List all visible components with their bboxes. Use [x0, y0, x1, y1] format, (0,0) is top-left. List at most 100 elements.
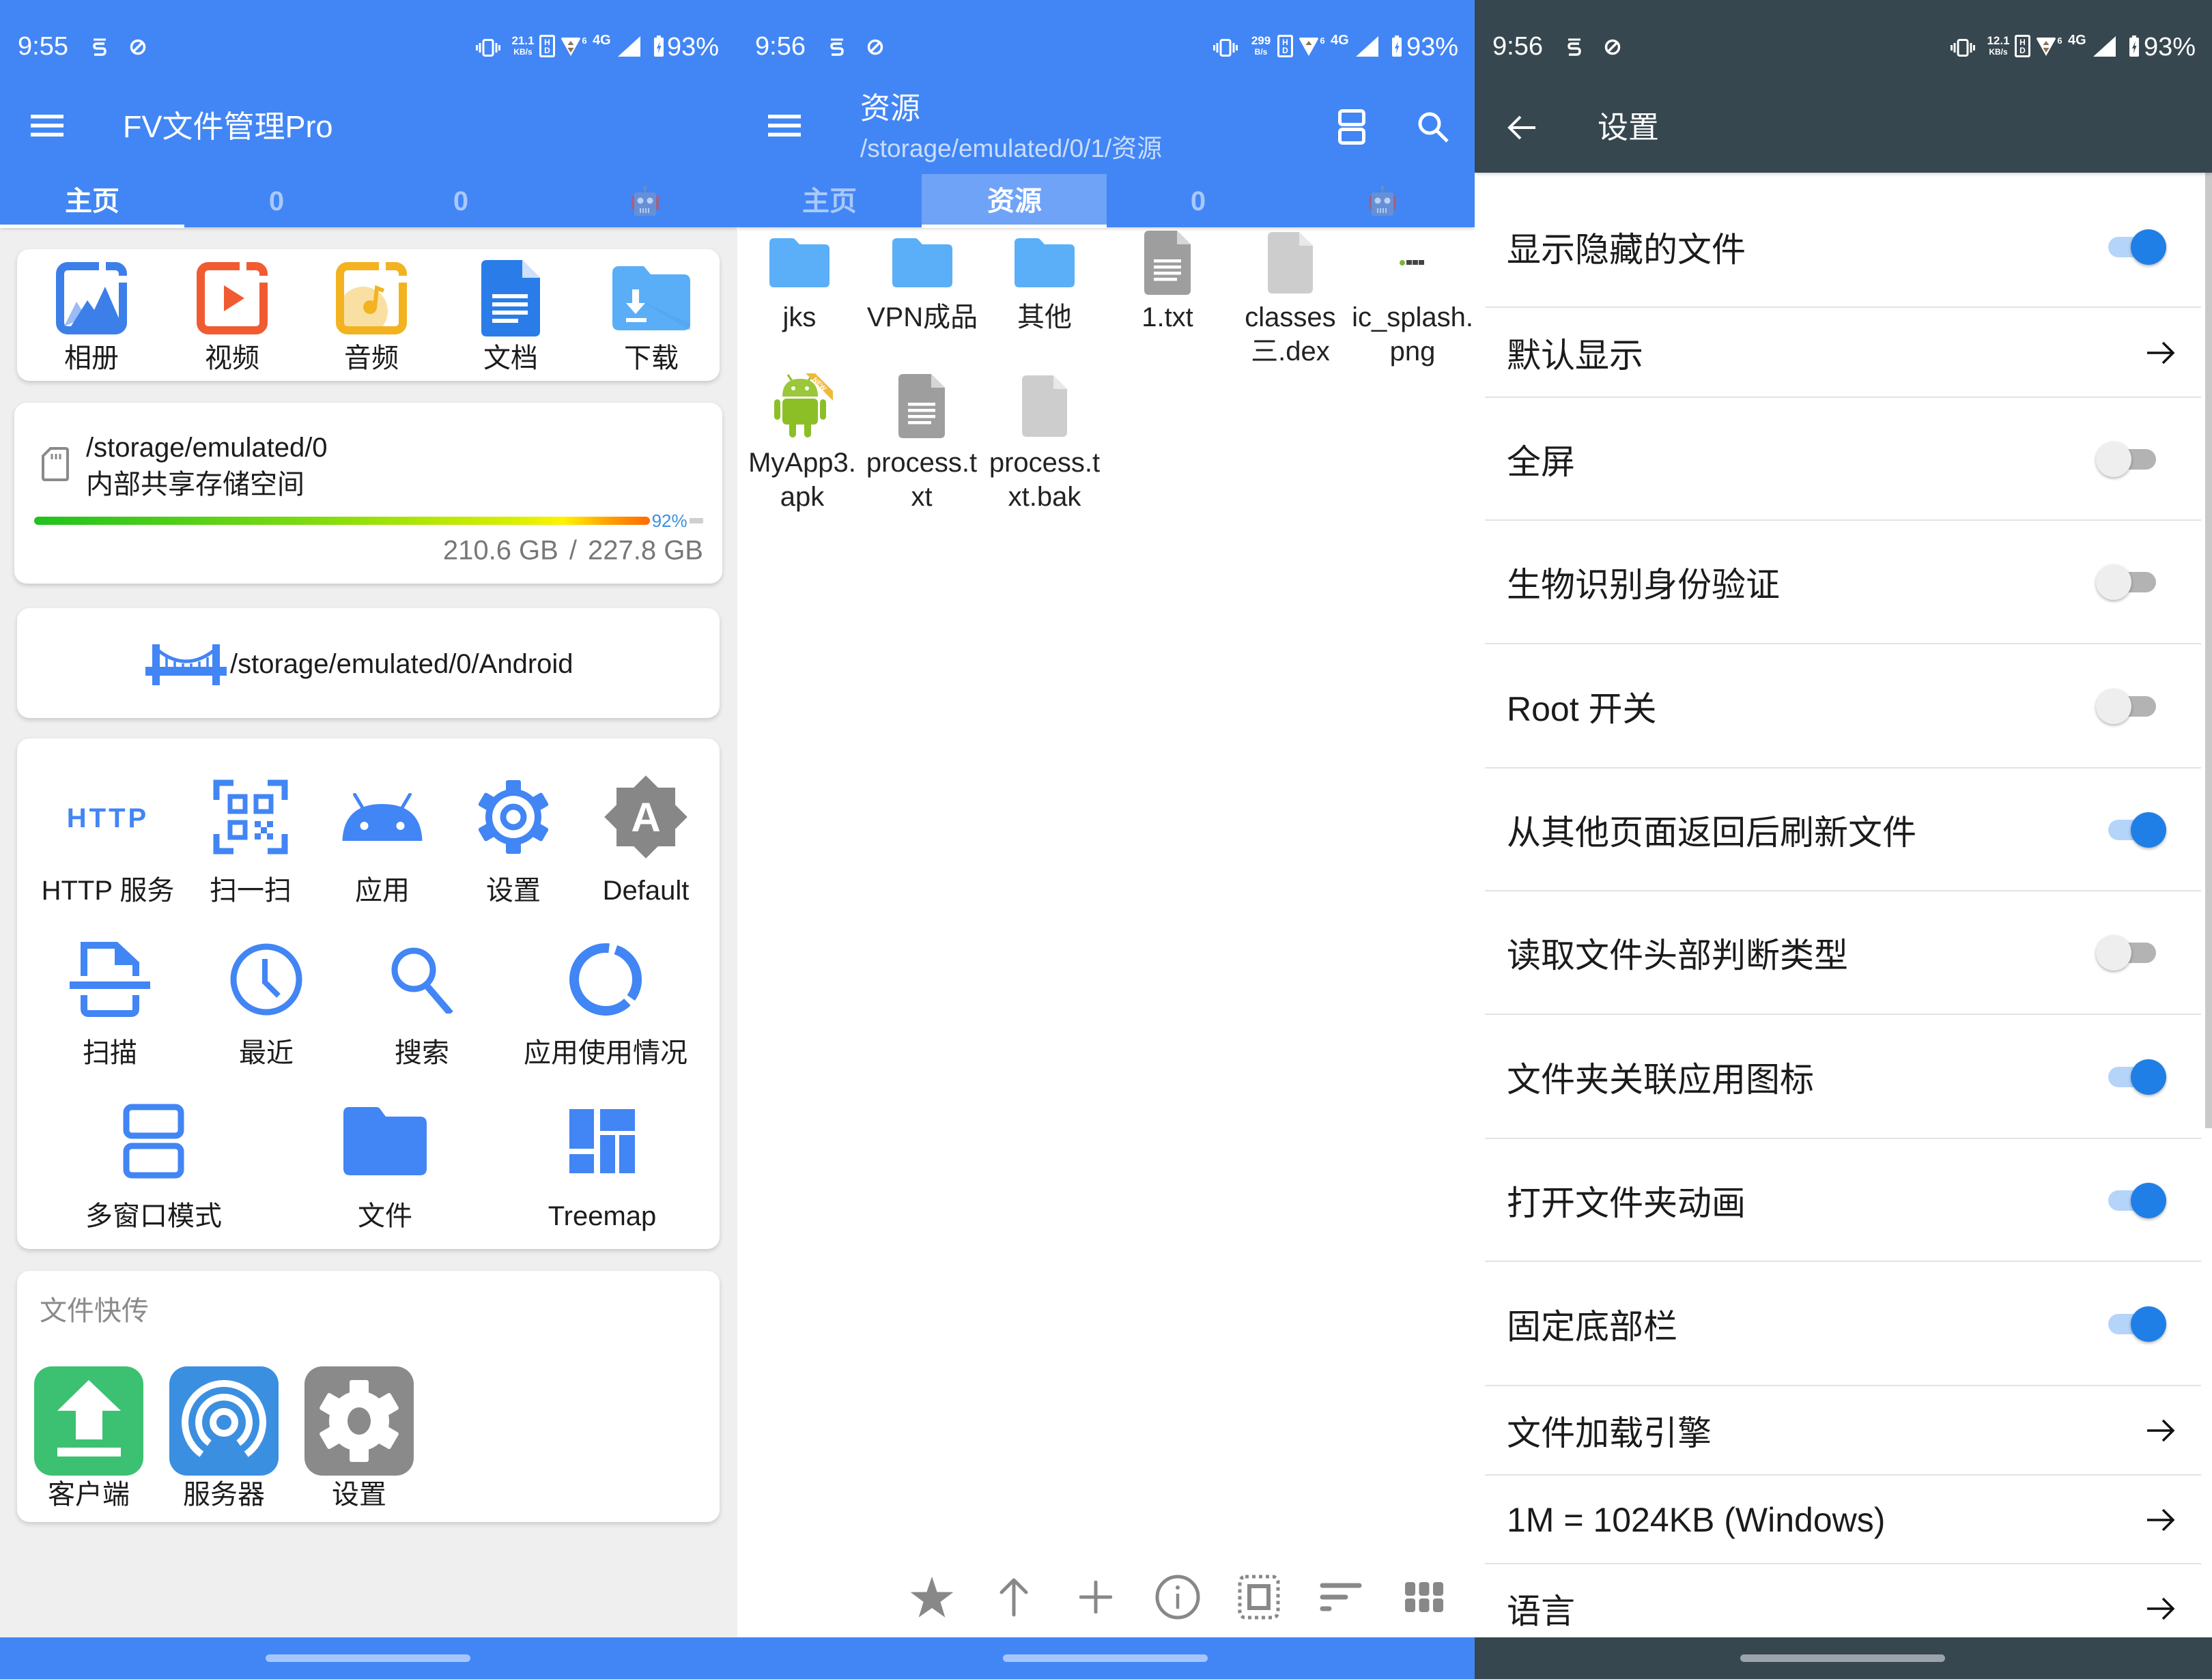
toggle-switch[interactable]	[2093, 1182, 2168, 1218]
file-item-folder[interactable]: VPN成品	[861, 229, 984, 392]
tool-label: 设置	[486, 876, 541, 906]
gesture-handle[interactable]	[266, 1654, 470, 1662]
app-bar: 9:55 21.1 KB/s HD 6 4G 93% FV文件管理Pro 主页 0…	[0, 0, 737, 228]
tool-search[interactable]: 搜索	[340, 932, 504, 1068]
folder-path: /storage/emulated/0/1/资源	[860, 134, 1163, 162]
file-item-text[interactable]: process.t xt	[860, 372, 983, 536]
hd-top-letter: H	[2019, 37, 2026, 47]
file-item-folder[interactable]: 其他	[983, 229, 1106, 392]
arrow-right-icon	[2147, 1597, 2175, 1620]
quick-transfer-server[interactable]: 服务器	[169, 1366, 279, 1510]
status-bar: 9:56 299 B/s HD 6 4G 93%	[737, 0, 1475, 87]
setting-fixed-bottom-bar[interactable]: 固定底部栏	[1475, 1262, 2212, 1386]
toggle-switch[interactable]	[2093, 564, 2168, 600]
file-item-image[interactable]: ic_splash. png	[1351, 229, 1474, 392]
network-speed: 299 B/s	[1247, 35, 1275, 57]
file-item-generic[interactable]: classes 三.dex	[1229, 229, 1352, 392]
tool-treemap[interactable]: Treemap	[520, 1093, 684, 1231]
sort-icon[interactable]	[1320, 1583, 1362, 1611]
file-item-text[interactable]: 1.txt	[1106, 229, 1229, 392]
setting-default-display[interactable]: 默认显示	[1475, 308, 2212, 398]
quick-transfer-settings[interactable]: 设置	[304, 1366, 414, 1510]
toggle-thumb	[2131, 812, 2166, 848]
tool-files[interactable]: 文件	[303, 1093, 467, 1231]
sync-notification-icon	[867, 39, 883, 55]
speed-unit: B/s	[1254, 47, 1268, 57]
category-video[interactable]: 视频	[171, 249, 294, 381]
speed-unit: KB/s	[513, 47, 533, 57]
quick-transfer-client[interactable]: 客户端	[34, 1366, 143, 1510]
toggle-switch[interactable]	[2093, 229, 2168, 265]
category-documents[interactable]: 文档	[449, 249, 572, 381]
toggle-switch[interactable]	[2093, 1059, 2168, 1095]
add-icon[interactable]	[1079, 1581, 1112, 1613]
tab-resources[interactable]: 资源	[922, 172, 1106, 227]
hd-icon: HD	[1277, 35, 1293, 57]
tab-3[interactable]: 0	[1106, 172, 1290, 227]
category-audio[interactable]: 音频	[310, 249, 433, 381]
tab-3[interactable]: 0	[369, 172, 553, 227]
tab-label: 0	[268, 186, 285, 216]
split-view-icon[interactable]	[1338, 109, 1365, 145]
arrow-right-icon	[2147, 1508, 2175, 1531]
storage-card[interactable]: /storage/emulated/0 内部共享存储空间 92% 210.6 G…	[14, 403, 722, 584]
arrow-up-icon[interactable]	[996, 1577, 1032, 1617]
tab-2[interactable]: 0	[184, 172, 369, 227]
tool-recent[interactable]: 最近	[184, 932, 348, 1068]
info-icon[interactable]	[1155, 1575, 1200, 1620]
tool-label: Default	[602, 876, 690, 906]
back-arrow-icon[interactable]	[1507, 115, 1537, 141]
setting-read-file-header[interactable]: 读取文件头部判断类型	[1475, 891, 2212, 1015]
setting-folder-app-icons[interactable]: 文件夹关联应用图标	[1475, 1015, 2212, 1139]
setting-show-hidden-files[interactable]: 显示隐藏的文件	[1475, 186, 2212, 308]
toggle-switch[interactable]	[2093, 441, 2168, 477]
category-gallery[interactable]: 相册	[30, 249, 153, 381]
setting-size-unit[interactable]: 1M = 1024KB (Windows)	[1475, 1476, 2212, 1564]
file-item-generic[interactable]: process.t xt.bak	[983, 372, 1106, 536]
setting-root-switch[interactable]: Root 开关	[1475, 644, 2212, 769]
storage-used: 210.6 GB	[442, 535, 558, 566]
tool-scanner[interactable]: 扫描	[28, 932, 192, 1068]
menu-icon[interactable]	[31, 115, 63, 137]
category-label: 文档	[483, 343, 538, 373]
category-downloads[interactable]: 下载	[590, 249, 713, 381]
tool-label: Treemap	[548, 1201, 657, 1231]
storage-usage-bar: 92%	[34, 511, 703, 530]
tab-home[interactable]: 主页	[0, 172, 184, 227]
setting-folder-animation[interactable]: 打开文件夹动画	[1475, 1139, 2212, 1262]
tab-robot[interactable]	[553, 172, 737, 227]
treemap-icon	[569, 1109, 635, 1173]
toggle-switch[interactable]	[2093, 688, 2168, 724]
toggle-switch[interactable]	[2093, 1306, 2168, 1342]
storage-used-fill	[34, 517, 650, 525]
sync-notification-icon	[130, 39, 146, 55]
tool-app-usage[interactable]: 应用使用情况	[524, 932, 687, 1068]
navigation-bar	[737, 1637, 1475, 1679]
setting-biometric-auth[interactable]: 生物识别身份验证	[1475, 521, 2212, 644]
menu-icon[interactable]	[768, 115, 801, 137]
setting-refresh-on-return[interactable]: 从其他页面返回后刷新文件	[1475, 769, 2212, 891]
select-all-icon[interactable]	[1238, 1575, 1280, 1620]
gesture-handle[interactable]	[1740, 1654, 1945, 1662]
toggle-switch[interactable]	[2093, 812, 2168, 848]
setting-fullscreen[interactable]: 全屏	[1475, 398, 2212, 521]
tool-label: 多窗口模式	[85, 1201, 222, 1231]
grid-view-icon[interactable]	[1405, 1582, 1443, 1612]
gesture-handle[interactable]	[1003, 1654, 1208, 1662]
tool-http-service[interactable]: HTTP HTTP 服务	[26, 769, 190, 906]
star-icon[interactable]	[909, 1576, 955, 1618]
setting-label: 生物识别身份验证	[1507, 566, 1780, 604]
search-icon[interactable]	[1417, 111, 1449, 143]
toggle-switch[interactable]	[2093, 935, 2168, 971]
navigation-bar	[1475, 1637, 2212, 1679]
file-item-apk[interactable]: NEW MyApp3. apk	[741, 372, 864, 536]
file-item-folder[interactable]: jks	[738, 229, 861, 392]
setting-file-loading-engine[interactable]: 文件加载引擎	[1475, 1386, 2212, 1476]
bookmark-card[interactable]: /storage/emulated/0/Android	[17, 608, 720, 718]
tool-default-theme[interactable]: A Default	[564, 769, 728, 906]
tab-robot[interactable]	[1290, 172, 1475, 227]
tool-multi-window[interactable]: 多窗口模式	[72, 1093, 236, 1231]
speed-unit: KB/s	[1989, 47, 2008, 57]
storage-separator: /	[569, 535, 577, 566]
tab-home[interactable]: 主页	[737, 172, 922, 227]
